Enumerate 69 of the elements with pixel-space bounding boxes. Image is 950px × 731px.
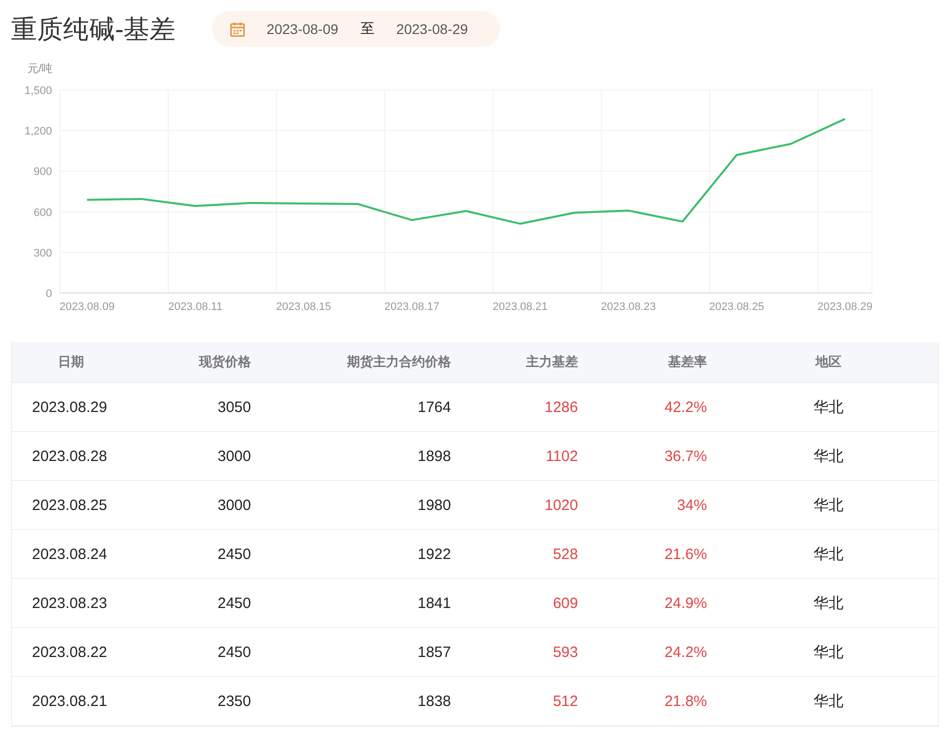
x-tick-label: 2023.08.23: [600, 301, 656, 313]
table-cell-text: 1102: [544, 448, 579, 464]
table-cell-text: 21.6%: [663, 546, 708, 562]
page-title: 重质纯碱-基差: [11, 12, 176, 46]
table-cell-text: 528: [552, 546, 579, 562]
table-cell-text: 1980: [416, 496, 452, 514]
column-header: 日期: [57, 353, 85, 371]
table-cell-text: 1857: [416, 644, 452, 660]
y-tick-label: 1,500: [24, 85, 52, 97]
table-cell-text: 1764: [416, 398, 452, 416]
table-cell-text: 1841: [416, 594, 452, 612]
column-header: 基差率: [667, 353, 708, 371]
y-tick-label: 1,200: [24, 126, 52, 138]
column-header: 现货价格: [198, 353, 252, 371]
table-cell-text: 593: [552, 644, 579, 660]
x-tick-label: 2023.08.21: [492, 301, 548, 313]
table-cell-text: 华北: [812, 496, 844, 514]
column-header: 地区: [814, 353, 842, 371]
x-tick-label: 2023.08.29: [817, 301, 872, 313]
y-tick-label: 300: [34, 247, 52, 260]
table-cell-text: 24.9%: [663, 594, 708, 612]
table-cell-text: 609: [552, 594, 579, 612]
table-cell-text: 2023.08.29: [31, 398, 108, 416]
x-tick-label: 2023.08.11: [168, 301, 222, 313]
table-cell-text: 1898: [416, 448, 452, 464]
table-cell-text: 华北: [812, 398, 844, 416]
x-tick-label: 2023.08.25: [709, 301, 764, 313]
column-header: 主力基差: [525, 353, 579, 371]
table-cell-text: 1286: [544, 398, 579, 416]
table-cell-text: 2450: [216, 594, 252, 612]
table-cell-text: 1838: [416, 692, 452, 710]
table-cell-text: 2023.08.24: [31, 546, 108, 562]
x-tick-label: 2023.08.17: [384, 301, 440, 313]
table-cell-text: 华北: [812, 446, 844, 466]
start-date: 2023-08-09: [266, 21, 338, 37]
table-cell-text: 24.2%: [663, 644, 708, 660]
table-cell-text: 21.8%: [663, 692, 708, 710]
end-date: 2023-08-29: [396, 21, 468, 37]
y-tick-label: 900: [34, 166, 52, 178]
table-cell-text: 512: [552, 692, 579, 710]
table-cell-text: 华北: [812, 544, 844, 564]
table-cell-text: 2023.08.28: [31, 448, 108, 464]
x-tick-label: 2023.08.09: [60, 301, 115, 313]
date-range-picker[interactable]: 2023-08-09 至 2023-08-29: [212, 11, 500, 47]
table-cell-text: 2450: [216, 644, 252, 660]
table-cell-text: 2023.08.22: [31, 644, 108, 660]
table-cell-text: 2023.08.25: [31, 496, 108, 514]
table-cell-text: 36.7%: [663, 448, 708, 464]
column-header: 期货主力合约价格: [346, 353, 452, 371]
x-tick-label: 2023.08.15: [276, 301, 332, 313]
table-cell-text: 华北: [812, 692, 844, 710]
table-cell-text: 1020: [544, 496, 579, 514]
table-cell-text: 3050: [216, 398, 252, 416]
table-cell-text: 华北: [812, 594, 844, 612]
table-cell-text: 华北: [812, 642, 844, 662]
table-cell-text: 34%: [676, 496, 708, 514]
table-cell-text: 42.2%: [663, 398, 708, 416]
range-separator: 至: [360, 20, 374, 38]
table-cell-text: 2350: [216, 692, 252, 710]
table-cell-text: 2023.08.23: [31, 594, 108, 612]
table-cell-text: 2450: [216, 546, 252, 562]
axis-unit: 元/吨: [27, 63, 53, 75]
table-cell-text: 2023.08.21: [31, 692, 108, 710]
table-cell-text: 3000: [216, 496, 252, 514]
y-tick-label: 0: [46, 288, 52, 300]
table-cell-text: 1922: [416, 546, 452, 562]
calendar-icon: [230, 22, 245, 36]
y-tick-label: 600: [34, 206, 52, 219]
table-cell-text: 3000: [216, 448, 252, 464]
